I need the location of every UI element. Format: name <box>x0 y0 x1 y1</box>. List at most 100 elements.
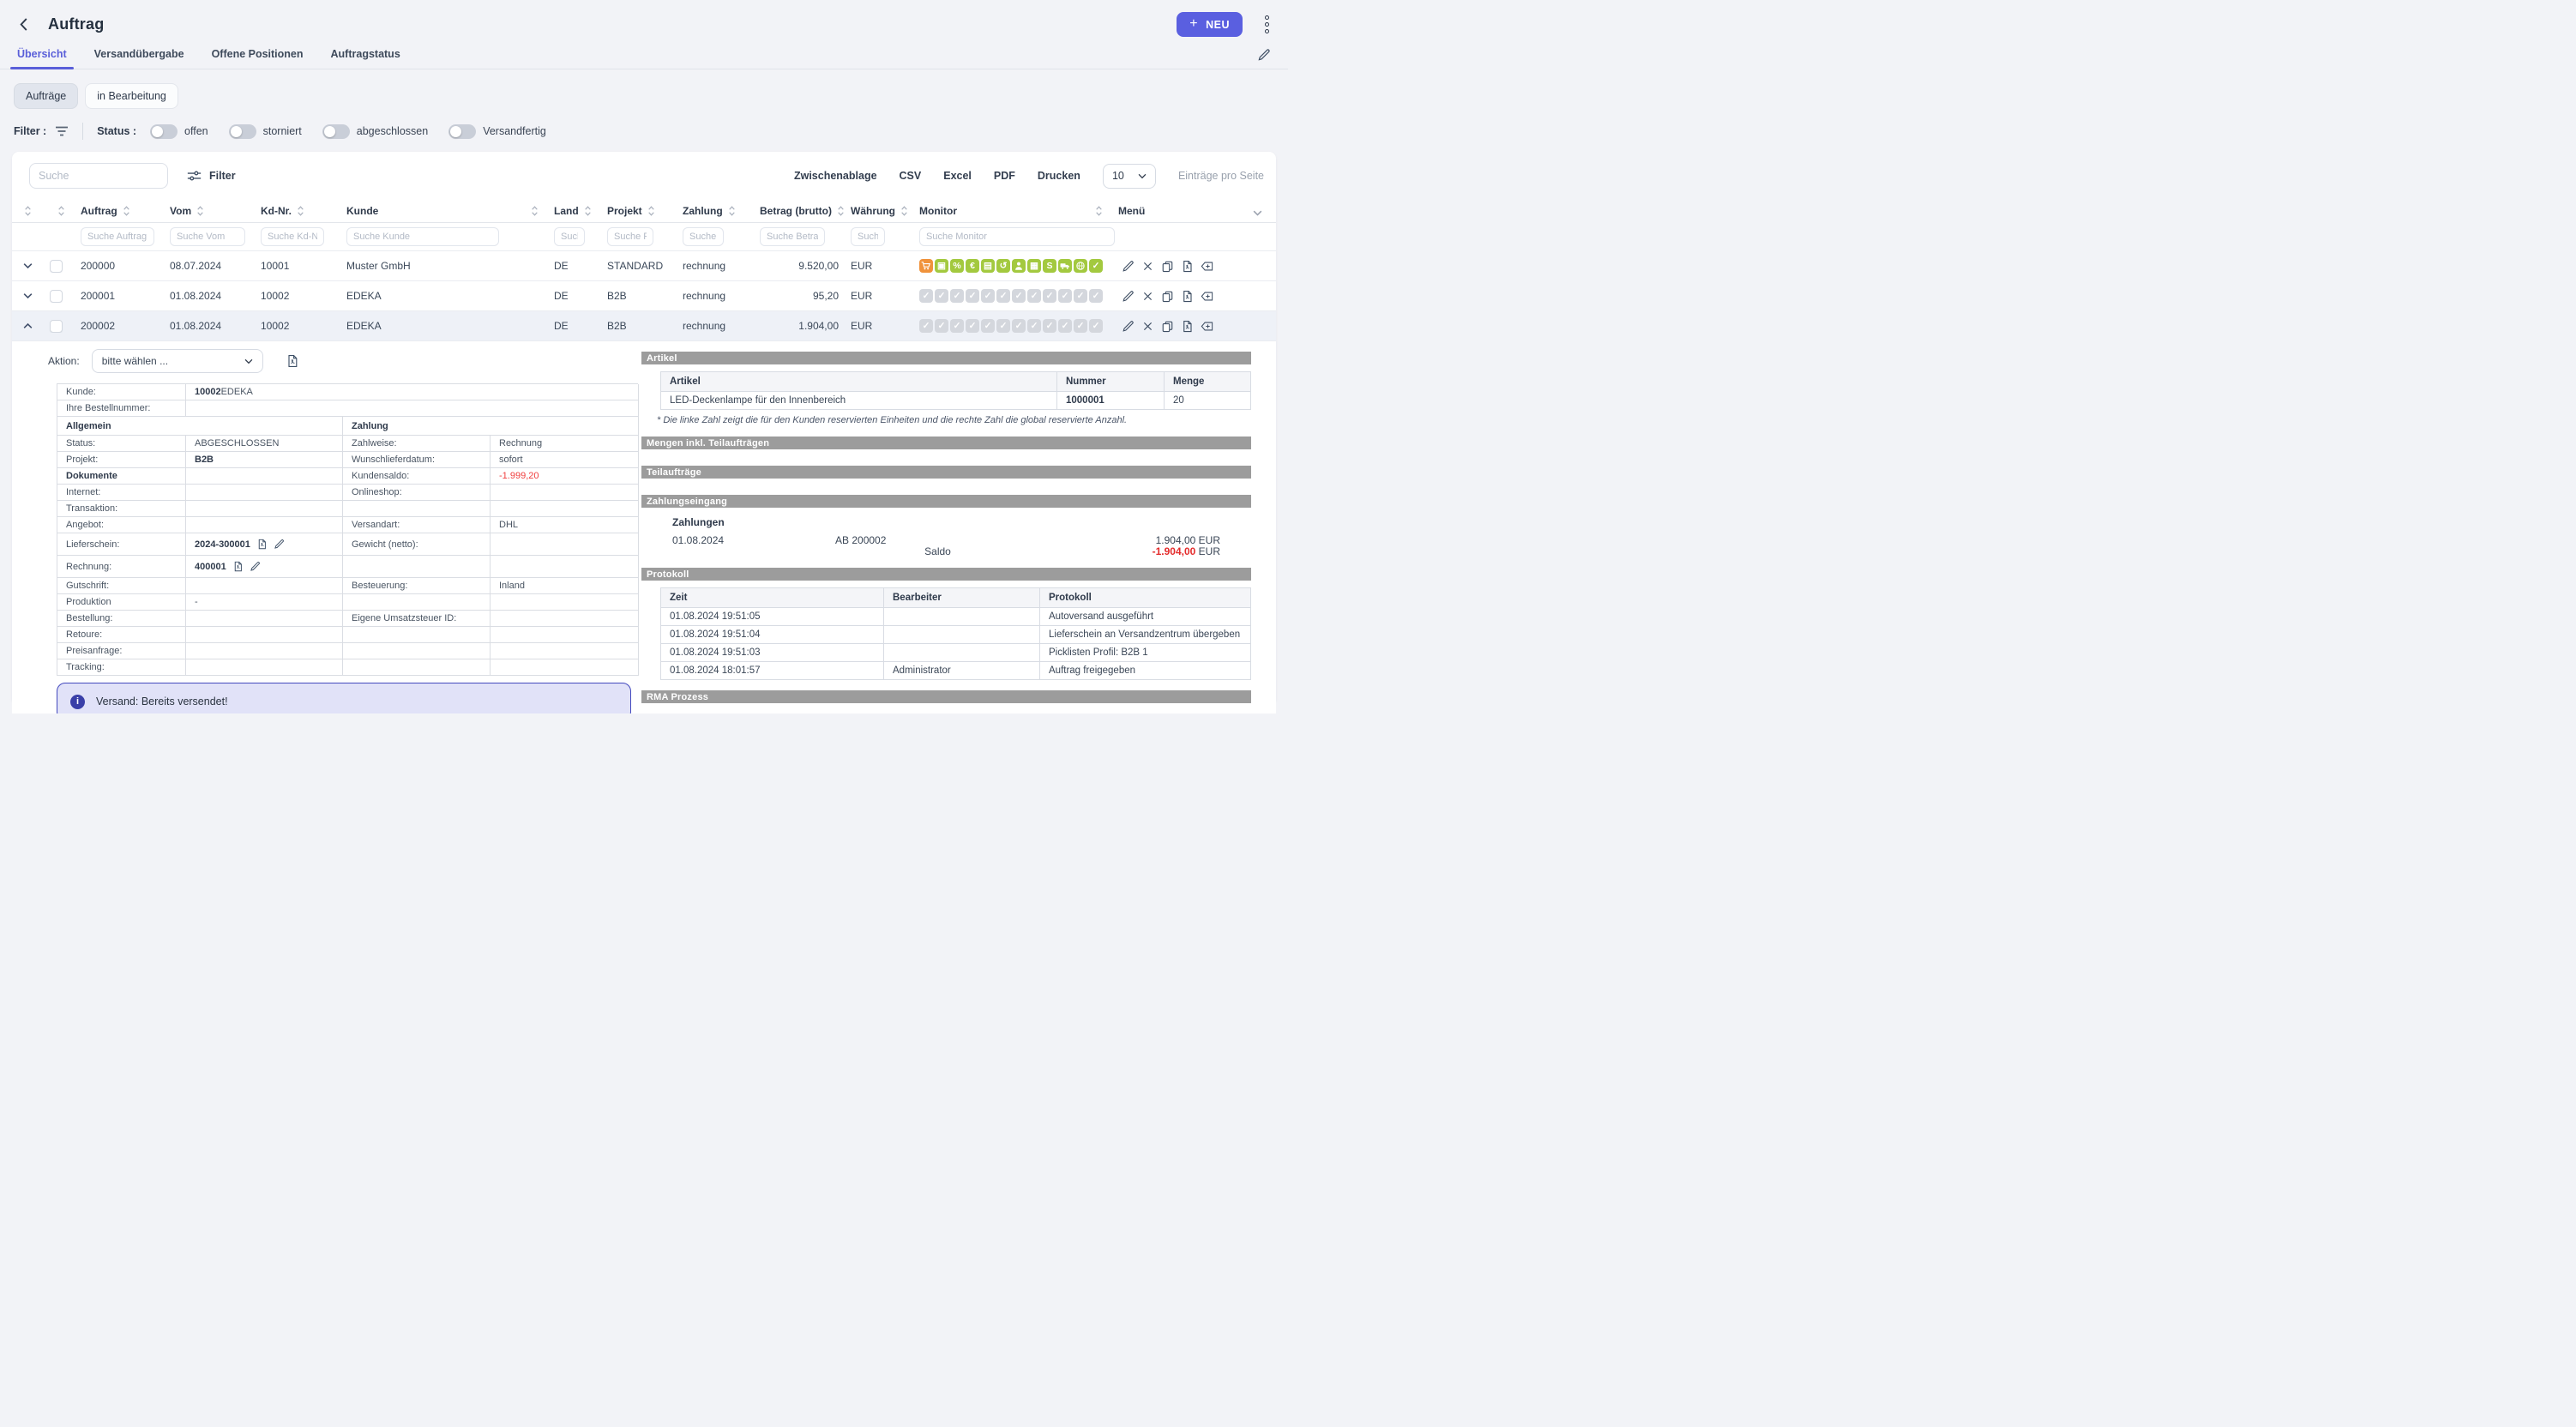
column-search-input[interactable] <box>554 227 585 246</box>
tab-offene-positionen[interactable]: Offene Positionen <box>208 48 307 69</box>
copy-button[interactable] <box>1161 290 1174 303</box>
monitor-check-icon[interactable]: ✓ <box>1058 319 1072 333</box>
export-excel[interactable]: Excel <box>943 170 972 182</box>
toggle-offen[interactable] <box>150 124 178 139</box>
monitor-check-icon[interactable]: ✓ <box>966 319 979 333</box>
monitor-check-icon[interactable]: ✓ <box>1043 289 1056 303</box>
export-zwischenablage[interactable]: Zwischenablage <box>794 170 877 182</box>
new-button[interactable]: + NEU <box>1177 12 1243 37</box>
column-header-kd-nr.[interactable]: Kd-Nr. <box>259 205 345 217</box>
check-icon[interactable]: ✓ <box>1089 259 1103 273</box>
view-button-aufträge[interactable]: Aufträge <box>14 83 78 109</box>
column-header-währung[interactable]: Währung <box>849 205 918 217</box>
monitor-check-icon[interactable]: ✓ <box>1058 289 1072 303</box>
filter-button[interactable]: Filter <box>187 170 236 182</box>
monitor-check-icon[interactable]: ✓ <box>1012 289 1026 303</box>
monitor-check-icon[interactable]: ✓ <box>935 319 948 333</box>
copy-button[interactable] <box>1161 320 1174 333</box>
back-button[interactable] <box>14 15 33 34</box>
monitor-check-icon[interactable]: ✓ <box>950 289 964 303</box>
column-search-input[interactable] <box>760 227 825 246</box>
column-header-land[interactable]: Land <box>552 205 605 217</box>
search-input[interactable] <box>29 163 168 189</box>
sort-icon[interactable] <box>728 205 736 217</box>
add-tag-button[interactable] <box>1201 290 1213 303</box>
pdf-icon[interactable] <box>256 539 268 550</box>
monitor-check-icon[interactable]: ✓ <box>1012 319 1026 333</box>
toggle-storniert[interactable] <box>229 124 256 139</box>
pencil-icon[interactable] <box>250 561 261 572</box>
column-header-auftrag[interactable]: Auftrag <box>79 205 168 217</box>
card-icon[interactable]: ▤ <box>981 259 995 273</box>
pencil-icon[interactable] <box>274 539 285 550</box>
pdf-icon[interactable] <box>232 561 244 572</box>
column-header-vom[interactable]: Vom <box>168 205 259 217</box>
sort-icon[interactable] <box>531 205 539 217</box>
cart-icon[interactable] <box>919 259 933 273</box>
person-icon[interactable] <box>1012 259 1026 273</box>
export-pdf[interactable]: PDF <box>994 170 1015 182</box>
export-csv[interactable]: CSV <box>900 170 922 182</box>
column-search-input[interactable] <box>261 227 324 246</box>
monitor-check-icon[interactable]: ✓ <box>919 289 933 303</box>
monitor-check-icon[interactable]: ✓ <box>919 319 933 333</box>
save-icon[interactable]: ▦ <box>1027 259 1041 273</box>
column-search-input[interactable] <box>170 227 245 246</box>
sort-icon[interactable] <box>24 205 32 217</box>
add-tag-button[interactable] <box>1201 320 1213 333</box>
sort-icon[interactable] <box>900 205 908 217</box>
expand-row-icon[interactable] <box>12 262 43 269</box>
column-search-input[interactable] <box>346 227 499 246</box>
pdf-button[interactable] <box>1181 260 1194 273</box>
sort-icon[interactable] <box>196 205 204 217</box>
column-search-input[interactable] <box>851 227 885 246</box>
column-header-monitor[interactable]: Monitor <box>918 205 1116 217</box>
expand-row-icon[interactable] <box>12 292 43 299</box>
monitor-check-icon[interactable]: ✓ <box>1043 319 1056 333</box>
filter-lines-icon[interactable] <box>55 125 69 137</box>
monitor-check-icon[interactable]: ✓ <box>950 319 964 333</box>
pdf-button[interactable] <box>1181 290 1194 303</box>
toggle-Versandfertig[interactable] <box>448 124 476 139</box>
monitor-check-icon[interactable]: ✓ <box>996 289 1010 303</box>
pdf-icon[interactable] <box>286 354 299 368</box>
refresh-icon[interactable]: ↺ <box>996 259 1010 273</box>
dollar-doc-icon[interactable]: S <box>1043 259 1056 273</box>
sort-icon[interactable] <box>647 205 655 217</box>
euro-icon[interactable]: € <box>966 259 979 273</box>
monitor-check-icon[interactable]: ✓ <box>1027 289 1041 303</box>
sort-icon[interactable] <box>297 205 304 217</box>
copy-button[interactable] <box>1161 260 1174 273</box>
edit-icon[interactable] <box>1257 48 1271 62</box>
globe-check-icon[interactable] <box>1074 259 1087 273</box>
edit-button[interactable] <box>1122 260 1135 273</box>
delete-button[interactable] <box>1141 290 1154 303</box>
tab-auftragstatus[interactable]: Auftragstatus <box>328 48 404 69</box>
toggle-abgeschlossen[interactable] <box>322 124 350 139</box>
kebab-menu-icon[interactable] <box>1260 14 1274 35</box>
column-search-input[interactable] <box>919 227 1115 246</box>
pdf-button[interactable] <box>1181 320 1194 333</box>
aktion-select[interactable]: bitte wählen ... <box>92 349 263 373</box>
tab-übersicht[interactable]: Übersicht <box>14 48 70 69</box>
delete-button[interactable] <box>1141 320 1154 333</box>
delete-button[interactable] <box>1141 260 1154 273</box>
row-checkbox[interactable] <box>50 260 63 273</box>
truck-icon[interactable] <box>1058 259 1072 273</box>
edit-button[interactable] <box>1122 320 1135 333</box>
view-button-in-bearbeitung[interactable]: in Bearbeitung <box>85 83 178 109</box>
monitor-check-icon[interactable]: ✓ <box>1089 319 1103 333</box>
sort-icon[interactable] <box>57 205 65 217</box>
sort-icon[interactable] <box>123 205 130 217</box>
add-tag-button[interactable] <box>1201 260 1213 273</box>
monitor-check-icon[interactable]: ✓ <box>1074 289 1087 303</box>
sort-icon[interactable] <box>1095 205 1103 217</box>
monitor-check-icon[interactable]: ✓ <box>981 319 995 333</box>
monitor-check-icon[interactable]: ✓ <box>1089 289 1103 303</box>
monitor-check-icon[interactable]: ✓ <box>996 319 1010 333</box>
row-checkbox[interactable] <box>50 290 63 303</box>
column-header-kunde[interactable]: Kunde <box>345 205 552 217</box>
tab-versandübergabe[interactable]: Versandübergabe <box>91 48 188 69</box>
column-search-input[interactable] <box>81 227 154 246</box>
monitor-check-icon[interactable]: ✓ <box>1074 319 1087 333</box>
